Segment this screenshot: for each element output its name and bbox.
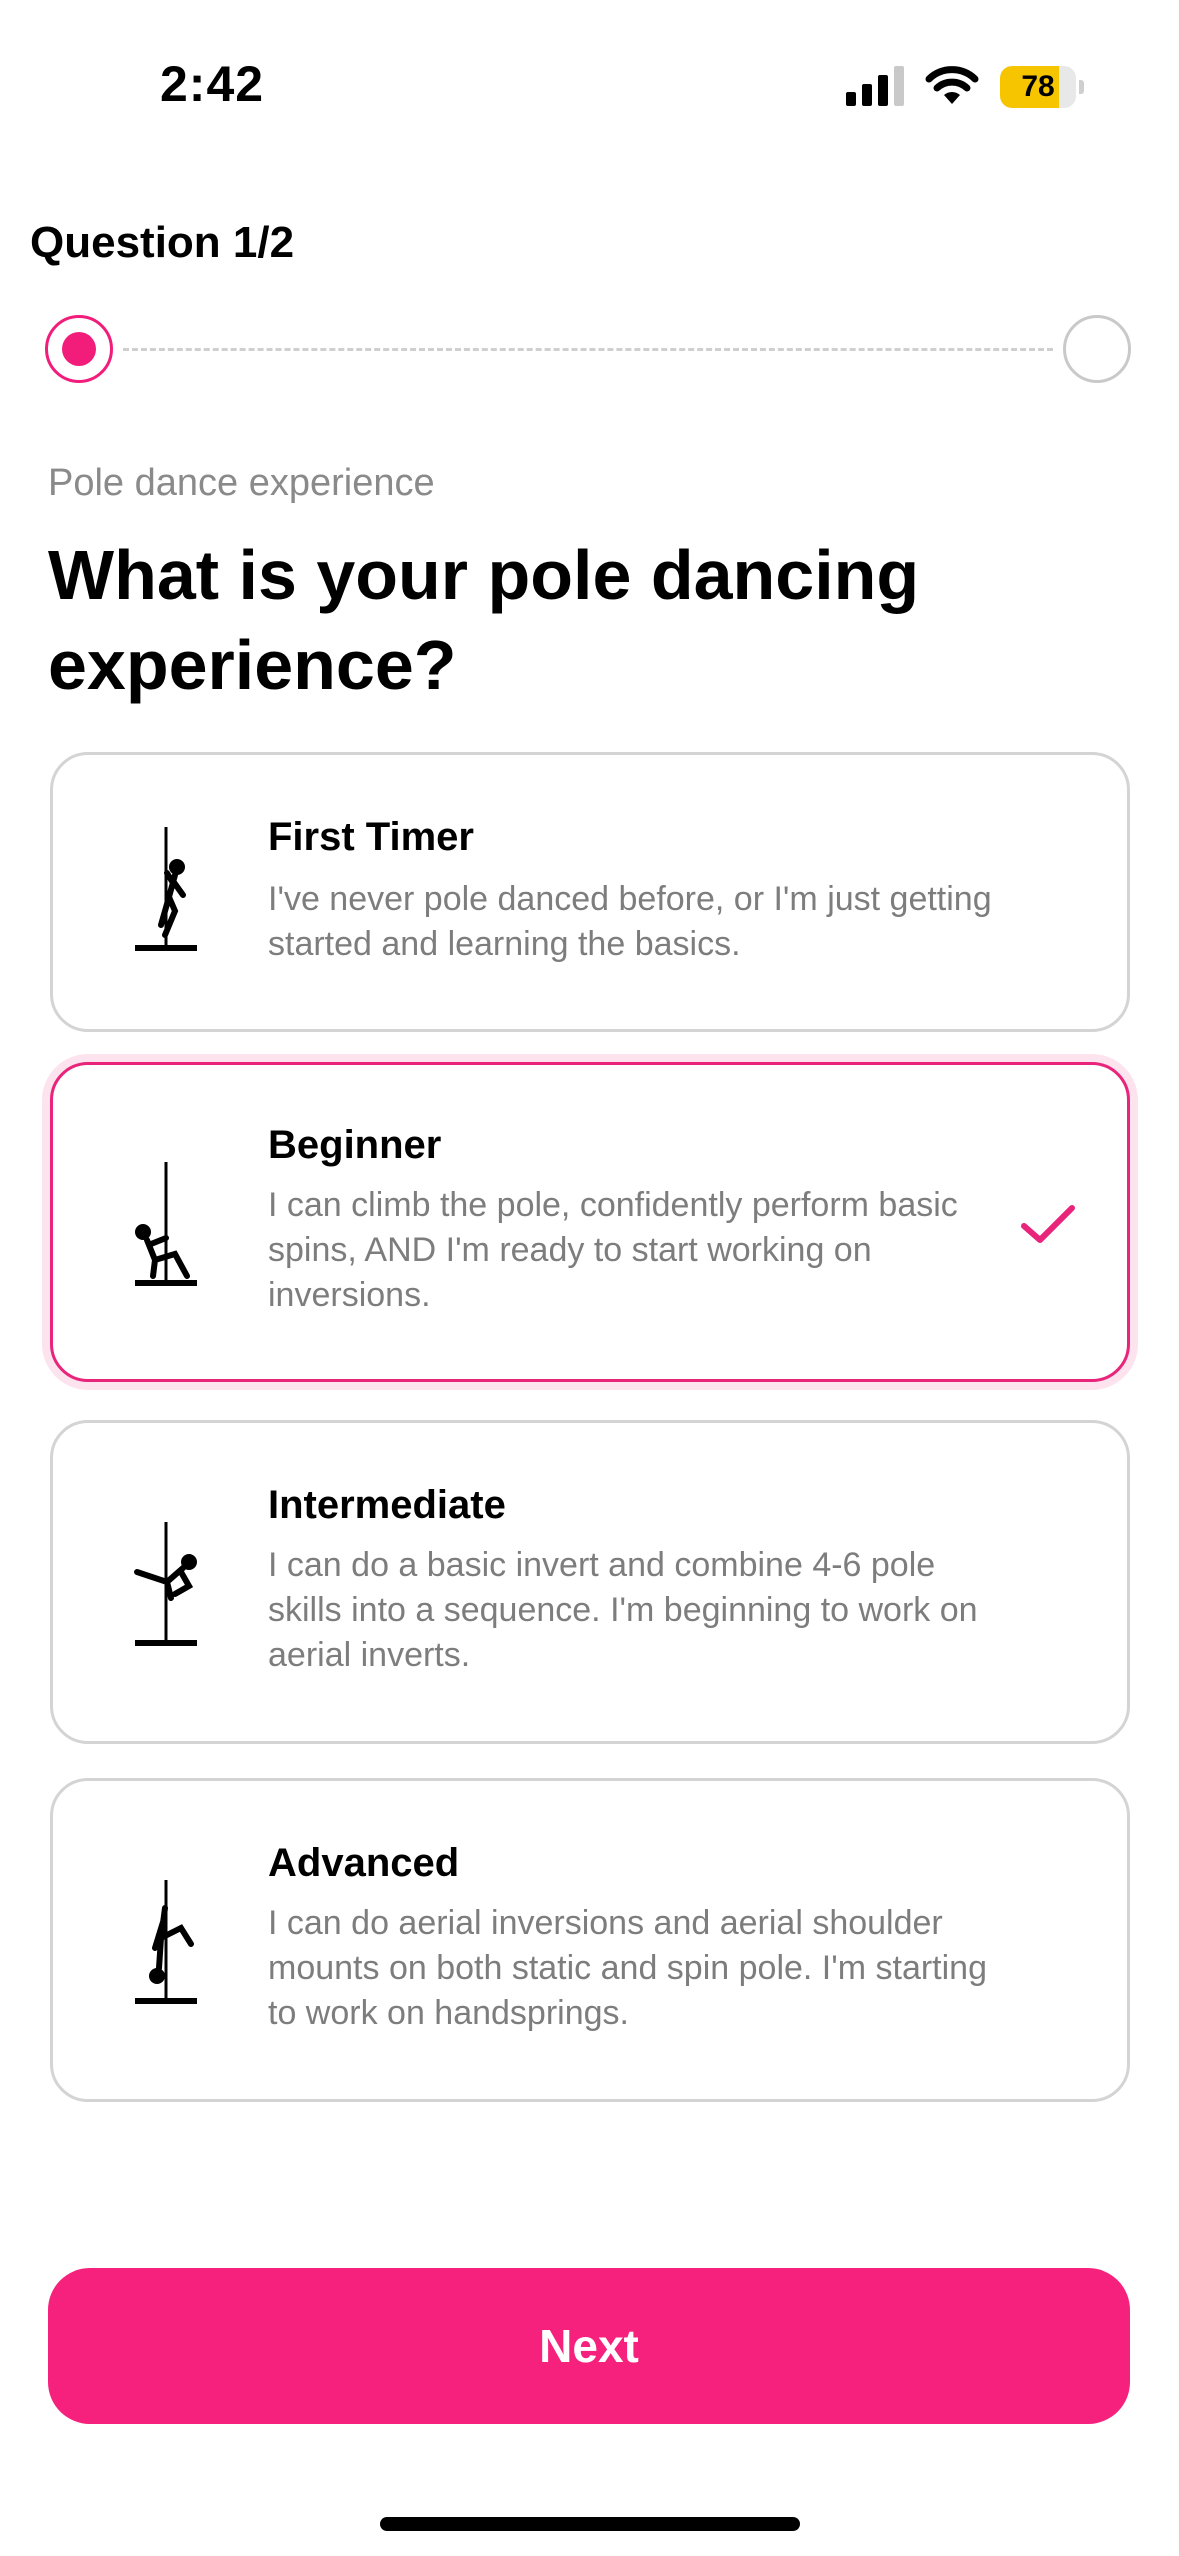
- option-card-first-timer[interactable]: First Timer I've never pole danced befor…: [50, 752, 1130, 1032]
- pole-advanced-icon: [135, 1880, 197, 2004]
- option-card-advanced[interactable]: Advanced I can do aerial inversions and …: [50, 1778, 1130, 2102]
- option-title: Beginner: [268, 1123, 442, 1167]
- option-card-intermediate[interactable]: Intermediate I can do a basic invert and…: [50, 1420, 1130, 1744]
- option-title: Intermediate: [268, 1483, 506, 1527]
- battery-icon: 78: [1000, 66, 1084, 108]
- step-2-indicator: [1063, 315, 1131, 383]
- next-button[interactable]: Next: [48, 2268, 1130, 2424]
- check-icon: [1021, 1205, 1075, 1243]
- pole-intermediate-icon: [134, 1522, 197, 1646]
- pole-first-timer-icon: [135, 827, 197, 951]
- status-time: 2:42: [160, 56, 265, 112]
- status-bar: 2:42 78: [0, 0, 1179, 150]
- pole-beginner-icon: [135, 1162, 197, 1286]
- cellular-signal-icon: [846, 66, 904, 106]
- battery-level: 78: [1021, 70, 1055, 103]
- option-description: I can do aerial inversions and aerial sh…: [268, 1904, 987, 2032]
- option-card-beginner[interactable]: Beginner I can climb the pole, confident…: [50, 1062, 1130, 1382]
- stepper-dashed-line: [123, 348, 1053, 351]
- option-description: I can climb the pole, confidently perfor…: [268, 1186, 958, 1314]
- next-button-label: Next: [539, 2320, 639, 2372]
- option-title: Advanced: [268, 1841, 460, 1885]
- progress-stepper: [45, 315, 1135, 389]
- step-1-indicator-active: [45, 315, 113, 383]
- question-title: What is your pole dancing experience?: [48, 536, 920, 704]
- home-indicator: [380, 2517, 800, 2531]
- question-counter: Question 1/2: [30, 218, 295, 267]
- option-description: I've never pole danced before, or I'm ju…: [268, 880, 992, 963]
- option-description: I can do a basic invert and combine 4-6 …: [268, 1546, 978, 1674]
- section-label: Pole dance experience: [48, 462, 435, 504]
- option-title: First Timer: [268, 815, 474, 859]
- wifi-icon: [925, 66, 979, 104]
